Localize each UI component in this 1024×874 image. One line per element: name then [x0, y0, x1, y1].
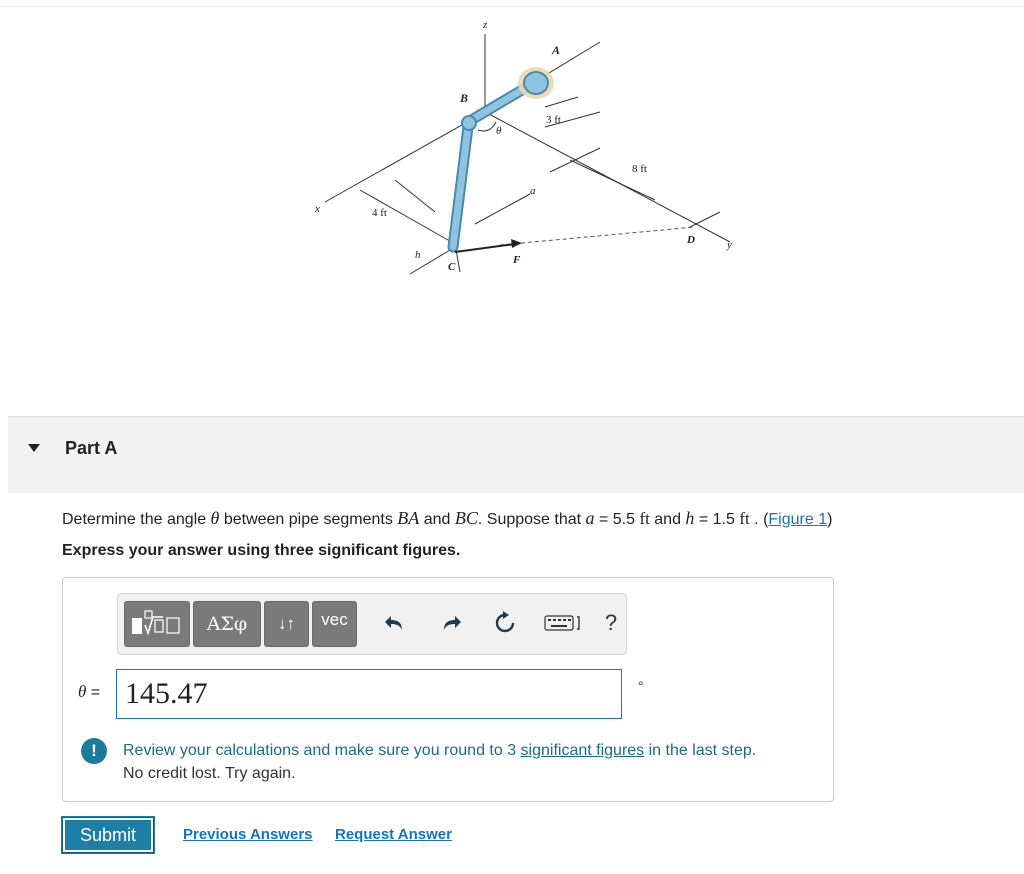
alert-icon: !	[81, 738, 107, 764]
label-x: x	[314, 203, 320, 215]
label-a: a	[530, 185, 536, 197]
question-segment: and	[649, 511, 686, 528]
request-answer-link[interactable]: Request Answer	[335, 826, 452, 843]
answer-input[interactable]: 145.47	[116, 669, 622, 719]
figure-1-link[interactable]: Figure 1	[768, 511, 827, 528]
templates-icon	[132, 610, 180, 636]
keyboard-icon[interactable]	[542, 608, 586, 638]
redo-icon[interactable]	[436, 608, 466, 638]
label-D: D	[686, 234, 695, 246]
math-BC: BC	[454, 508, 478, 528]
label-A: A	[551, 43, 560, 57]
previous-answers-link[interactable]: Previous Answers	[183, 826, 313, 843]
figure-1-pipe-diagram: z A B θ 3 ft 8 ft 4 ft a x h C F D y	[314, 19, 732, 275]
label-8ft: 8 ft	[632, 163, 647, 175]
math-toolbar: ΑΣφ ↓↑ vec ?	[117, 593, 627, 655]
question-segment: )	[827, 511, 833, 528]
math-unit-ft: ft	[739, 509, 750, 528]
part-a-header[interactable]: Part A	[8, 416, 1024, 493]
label-4ft: 4 ft	[372, 207, 387, 219]
question-segment: = 1.5	[694, 511, 740, 528]
question-segment: Determine the angle	[62, 511, 211, 528]
significant-figures-link[interactable]: significant figures	[521, 742, 645, 759]
feedback-line-1: Review your calculations and make sure y…	[123, 739, 843, 762]
question-segment: . (	[749, 511, 769, 528]
label-y: y	[726, 239, 732, 251]
label-h: h	[415, 249, 421, 261]
label-z: z	[482, 19, 488, 31]
part-title: Part A	[65, 438, 118, 458]
question-segment: between pipe segments	[219, 511, 398, 528]
unit-degree: °	[638, 678, 644, 694]
subscript-superscript-button[interactable]: ↓↑	[264, 601, 309, 647]
math-BA: BA	[397, 508, 420, 528]
label-B: B	[459, 91, 468, 105]
label-C: C	[448, 261, 456, 273]
templates-button[interactable]	[124, 601, 190, 647]
question-text: Determine the angle θ between pipe segme…	[62, 508, 832, 529]
equals-sign: =	[86, 684, 101, 701]
help-icon[interactable]: ?	[596, 608, 626, 638]
reset-icon[interactable]	[490, 608, 520, 638]
instruction-text: Express your answer using three signific…	[62, 542, 461, 559]
vector-button[interactable]: vec	[312, 601, 357, 647]
label-F: F	[512, 254, 521, 266]
feedback-segment: in the last step.	[644, 742, 757, 759]
collapse-caret-icon[interactable]	[28, 444, 40, 452]
feedback-segment: Review your calculations and make sure y…	[123, 742, 521, 759]
math-unit-ft: ft	[639, 509, 650, 528]
label-3ft: 3 ft	[546, 114, 561, 126]
math-a: a	[585, 508, 595, 528]
greek-symbols-button[interactable]: ΑΣφ	[193, 601, 261, 647]
question-segment: and	[419, 511, 455, 528]
top-divider	[0, 6, 1024, 7]
label-theta: θ	[496, 125, 502, 137]
undo-icon[interactable]	[380, 608, 410, 638]
answer-variable-label: θ =	[78, 682, 100, 702]
answer-panel: ΑΣφ ↓↑ vec ? θ = 145.47 ° ! Review your …	[62, 577, 834, 802]
feedback-text: Review your calculations and make sure y…	[123, 739, 843, 785]
feedback-line-2: No credit lost. Try again.	[123, 765, 296, 782]
question-segment: = 5.5	[594, 511, 640, 528]
submit-button[interactable]: Submit	[62, 817, 154, 853]
question-segment: . Suppose that	[477, 511, 586, 528]
